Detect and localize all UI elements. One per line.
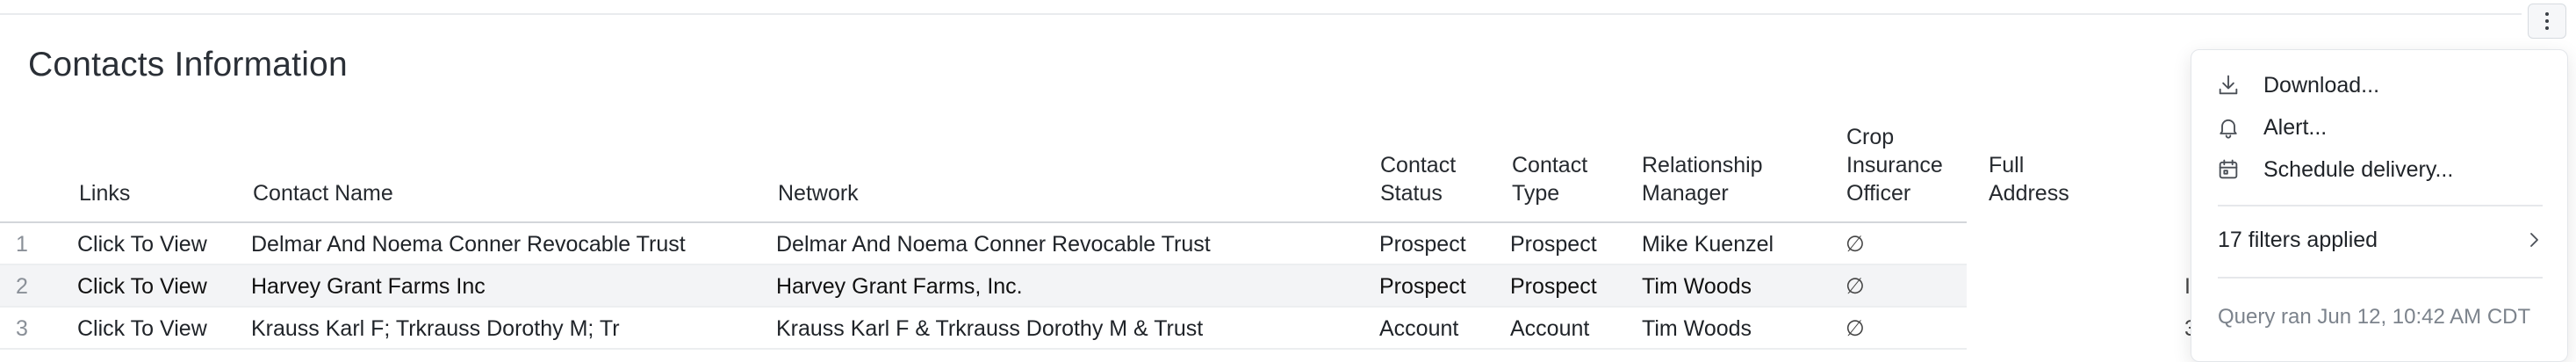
page-title: Contacts Information	[28, 46, 348, 83]
menu-item-alert[interactable]: Alert...	[2191, 106, 2567, 148]
click-to-view-link[interactable]: Click To View	[77, 265, 207, 308]
menu-item-label: Schedule delivery...	[2263, 156, 2454, 182]
column-header-crop-insurance-officer[interactable]: Crop Insurance Officer	[1846, 123, 1943, 207]
table-row: 1 Click To View Delmar And Noema Conner …	[0, 223, 1967, 265]
row-number: 1	[16, 232, 28, 257]
partial-cell: I	[2184, 274, 2191, 299]
network-cell: Delmar And Noema Conner Revocable Trust	[776, 232, 1211, 257]
column-header-relationship-manager[interactable]: Relationship Manager	[1642, 151, 1763, 207]
dashboard-page: Contacts Information Links Contact Name …	[0, 0, 2576, 362]
contact-name-cell: Harvey Grant Farms Inc	[251, 274, 486, 299]
table-header: Links Contact Name Network Contact Statu…	[0, 116, 2069, 223]
row-number: 3	[16, 316, 28, 341]
calendar-icon	[2219, 159, 2238, 179]
menu-item-schedule-delivery[interactable]: Schedule delivery...	[2191, 148, 2567, 191]
relationship-manager-cell: Tim Woods	[1642, 274, 1752, 299]
header-line: Status	[1380, 181, 1443, 206]
relationship-manager-cell: Tim Woods	[1642, 316, 1752, 341]
table-row: 3 Click To View Krauss Karl F; Trkrauss …	[0, 308, 1967, 350]
crop-insurance-officer-cell: ∅	[1846, 316, 1865, 341]
header-line: Crop	[1846, 125, 1895, 149]
options-dropdown-menu: Download... Alert... Schedule delivery..…	[2191, 49, 2568, 362]
top-divider	[0, 13, 2522, 15]
contact-name-cell: Krauss Karl F; Trkrauss Dorothy M; Tr	[251, 316, 620, 341]
contact-type-cell: Prospect	[1510, 232, 1597, 257]
menu-divider	[2218, 277, 2543, 279]
column-header-links[interactable]: Links	[79, 179, 130, 207]
click-to-view-link[interactable]: Click To View	[77, 223, 207, 265]
header-line: Officer	[1846, 181, 1911, 206]
column-header-full-address[interactable]: Full Address	[1989, 151, 2069, 207]
table-row: 2 Click To View Harvey Grant Farms Inc H…	[0, 265, 1967, 308]
column-header-contact-status[interactable]: Contact Status	[1380, 151, 1456, 207]
menu-item-label: Alert...	[2263, 114, 2328, 140]
filters-applied-item[interactable]: 17 filters applied	[2191, 219, 2567, 261]
header-line: Contact	[1380, 153, 1457, 177]
chevron-right-icon	[2530, 233, 2538, 247]
header-line: Type	[1512, 181, 1560, 206]
network-cell: Krauss Karl F & Trkrauss Dorothy M & Tru…	[776, 316, 1204, 341]
contact-status-cell: Prospect	[1379, 274, 1466, 299]
header-line: Contact	[1512, 153, 1588, 177]
contact-status-cell: Prospect	[1379, 232, 1466, 257]
menu-item-download[interactable]: Download...	[2191, 64, 2567, 106]
contact-status-cell: Account	[1379, 316, 1459, 341]
crop-insurance-officer-cell: ∅	[1846, 232, 1865, 257]
contacts-table: Links Contact Name Network Contact Statu…	[0, 116, 2069, 350]
crop-insurance-officer-cell: ∅	[1846, 274, 1865, 299]
kebab-vertical-icon	[2545, 12, 2549, 30]
filters-applied-label: 17 filters applied	[2218, 227, 2378, 252]
query-run-info: Query ran Jun 12, 10:42 AM CDT	[2218, 305, 2531, 329]
network-cell: Harvey Grant Farms, Inc.	[776, 274, 1023, 299]
contact-type-cell: Account	[1510, 316, 1590, 341]
column-header-contact-name[interactable]: Contact Name	[253, 179, 393, 207]
contact-name-cell: Delmar And Noema Conner Revocable Trust	[251, 232, 686, 257]
click-to-view-link[interactable]: Click To View	[77, 308, 207, 350]
more-options-button[interactable]	[2528, 4, 2566, 39]
bell-icon	[2220, 119, 2237, 139]
header-line: Manager	[1642, 181, 1729, 206]
contact-type-cell: Prospect	[1510, 274, 1597, 299]
relationship-manager-cell: Mike Kuenzel	[1642, 232, 1774, 257]
header-line: Insurance	[1846, 153, 1943, 177]
menu-divider	[2218, 205, 2543, 206]
header-line: Relationship	[1642, 153, 1763, 177]
row-number: 2	[16, 274, 28, 299]
column-header-contact-type[interactable]: Contact Type	[1512, 151, 1587, 207]
download-icon	[2219, 75, 2238, 95]
menu-item-label: Download...	[2263, 72, 2380, 98]
column-header-network[interactable]: Network	[778, 179, 859, 207]
